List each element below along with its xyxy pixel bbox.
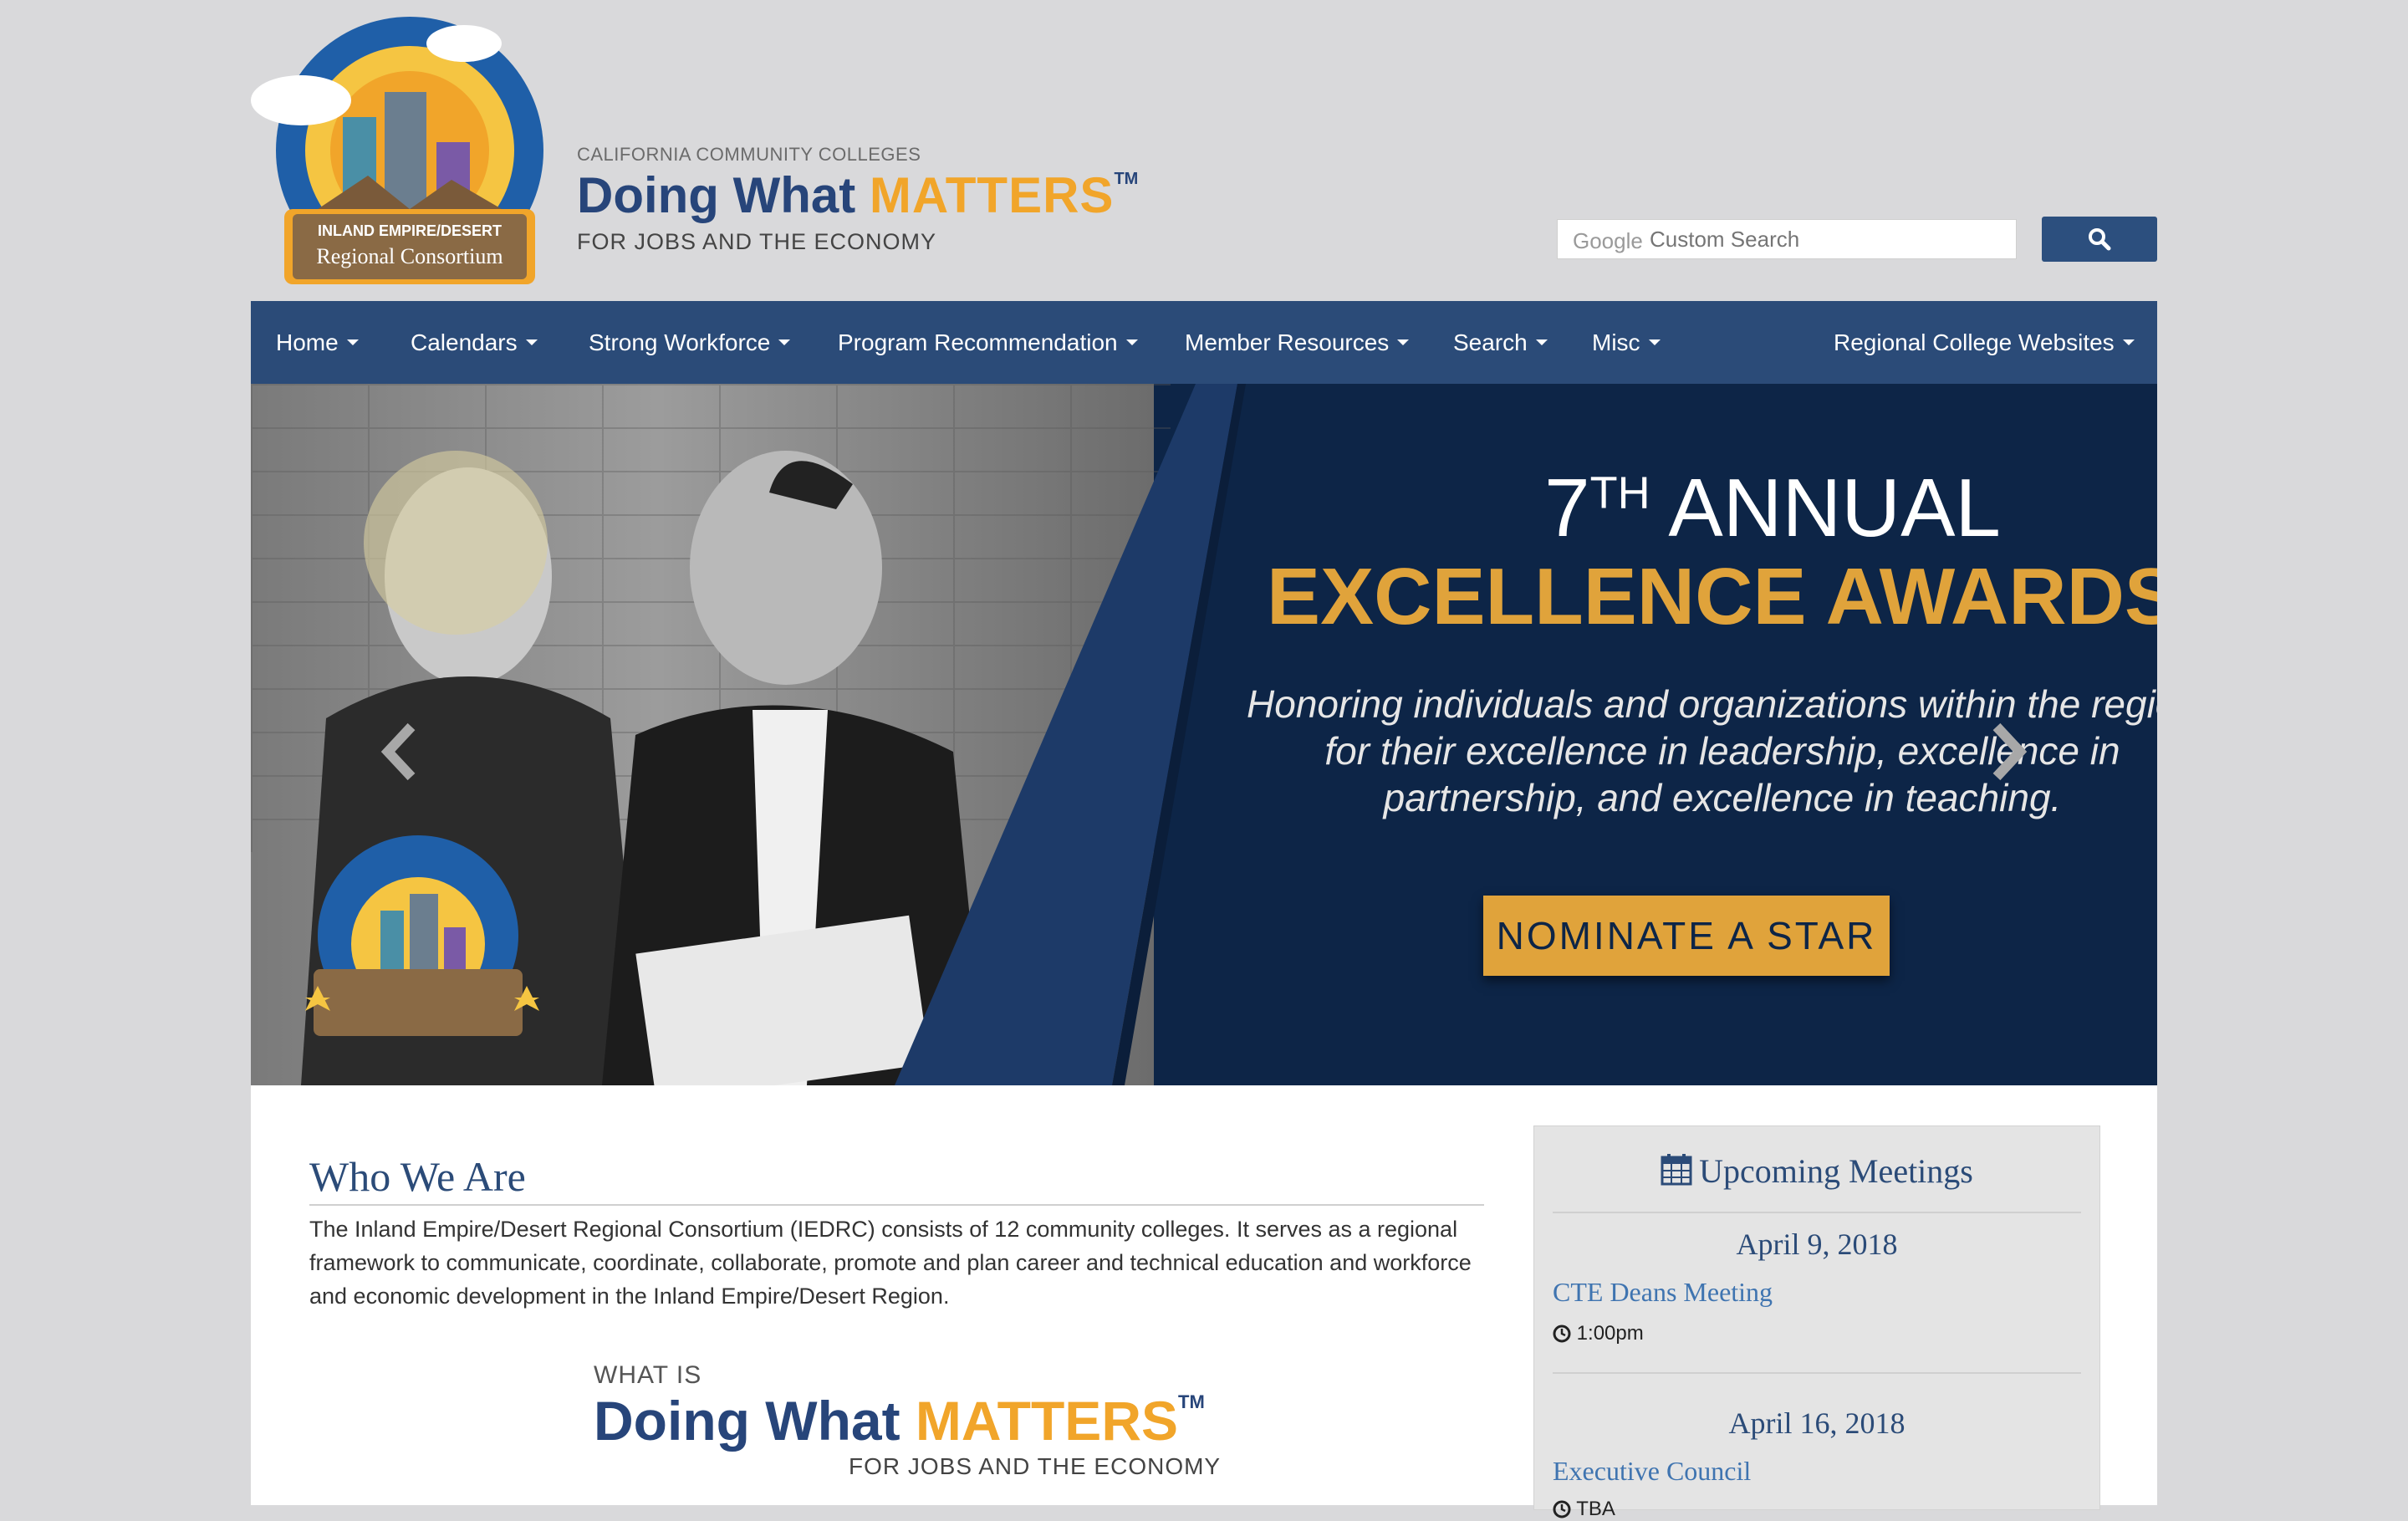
chevron-down-icon xyxy=(525,339,538,346)
meetings-header: Upcoming Meetings xyxy=(1534,1151,2099,1191)
nav-program-recommendation[interactable]: Program Recommendation xyxy=(838,301,1138,384)
calendar-icon xyxy=(1661,1154,1692,1186)
brand-sub: FOR JOBS AND THE ECONOMY xyxy=(577,229,937,254)
search-input[interactable] xyxy=(1558,220,2016,258)
meeting-date: April 16, 2018 xyxy=(1728,1406,1905,1440)
carousel-next-icon[interactable] xyxy=(1982,718,2032,785)
dwm-sub: FOR JOBS AND THE ECONOMY xyxy=(849,1453,1222,1479)
meeting-date: April 9, 2018 xyxy=(1736,1228,1898,1261)
chevron-down-icon xyxy=(778,339,791,346)
divider xyxy=(1553,1212,2081,1213)
meeting-time: TBA xyxy=(1553,1498,1615,1521)
who-we-are-body: The Inland Empire/Desert Regional Consor… xyxy=(309,1217,1472,1309)
search-box: Google xyxy=(1557,219,2017,259)
chevron-down-icon xyxy=(2122,339,2135,346)
clock-icon xyxy=(1553,1500,1571,1518)
nominate-button[interactable]: NOMINATE A STAR xyxy=(1483,896,1890,976)
header: INLAND EMPIRE/DESERT Regional Consortium… xyxy=(251,0,2157,301)
nav-search[interactable]: Search xyxy=(1453,301,1548,384)
chevron-down-icon xyxy=(1397,339,1410,346)
meeting-link[interactable]: Executive Council xyxy=(1553,1456,1751,1487)
divider xyxy=(309,1204,1484,1206)
nav-calendars[interactable]: Calendars xyxy=(411,301,538,384)
divider xyxy=(1553,1372,2081,1374)
nav-misc[interactable]: Misc xyxy=(1592,301,1661,384)
upcoming-meetings-panel: Upcoming Meetings April 9, 2018 CTE Dean… xyxy=(1533,1125,2100,1520)
hero-title: 7TH ANNUAL xyxy=(1544,462,2001,554)
carousel-prev-icon[interactable] xyxy=(376,718,426,785)
brand-top: CALIFORNIA COMMUNITY COLLEGES xyxy=(577,144,921,165)
meeting-link[interactable]: CTE Deans Meeting xyxy=(1553,1277,1773,1308)
nav-member-resources[interactable]: Member Resources xyxy=(1185,301,1410,384)
search-button[interactable] xyxy=(2042,217,2157,262)
chevron-down-icon xyxy=(346,339,359,346)
what-is-dwm-logo[interactable]: WHAT IS Doing What MATTERSTM FOR JOBS AN… xyxy=(594,1361,1221,1480)
who-we-are-title: Who We Are xyxy=(309,1153,526,1200)
hero-carousel: 7TH ANNUAL EXCELLENCE AWARDS Honoring in… xyxy=(251,384,2157,1085)
hero-subtitle: EXCELLENCE AWARDS xyxy=(1267,552,2157,641)
chevron-down-icon xyxy=(1535,339,1548,346)
dwm-main: Doing What MATTERSTM xyxy=(594,1390,1205,1452)
nav-regional-college-websites[interactable]: Regional College Websites xyxy=(1834,301,2135,384)
main-navbar: Home Calendars Strong Workforce Program … xyxy=(251,301,2157,384)
search-icon xyxy=(2089,228,2111,251)
badge-line2: Regional Consortium xyxy=(316,244,503,268)
nav-strong-workforce[interactable]: Strong Workforce xyxy=(589,301,791,384)
clock-icon xyxy=(1553,1324,1571,1343)
meeting-time: 1:00pm xyxy=(1553,1322,1644,1345)
nav-home[interactable]: Home xyxy=(276,301,359,384)
chevron-down-icon xyxy=(1125,339,1138,346)
dwm-top: WHAT IS xyxy=(594,1361,702,1389)
chevron-down-icon xyxy=(1648,339,1661,346)
doing-what-matters-brand: CALIFORNIA COMMUNITY COLLEGES Doing What… xyxy=(577,144,1138,255)
brand-main: Doing What MATTERSTM xyxy=(577,167,1139,223)
main-content: Who We Are The Inland Empire/Desert Regi… xyxy=(251,1085,2157,1520)
badge-line1: INLAND EMPIRE/DESERT xyxy=(318,222,502,239)
consortium-logo[interactable]: INLAND EMPIRE/DESERT Regional Consortium xyxy=(251,8,554,293)
